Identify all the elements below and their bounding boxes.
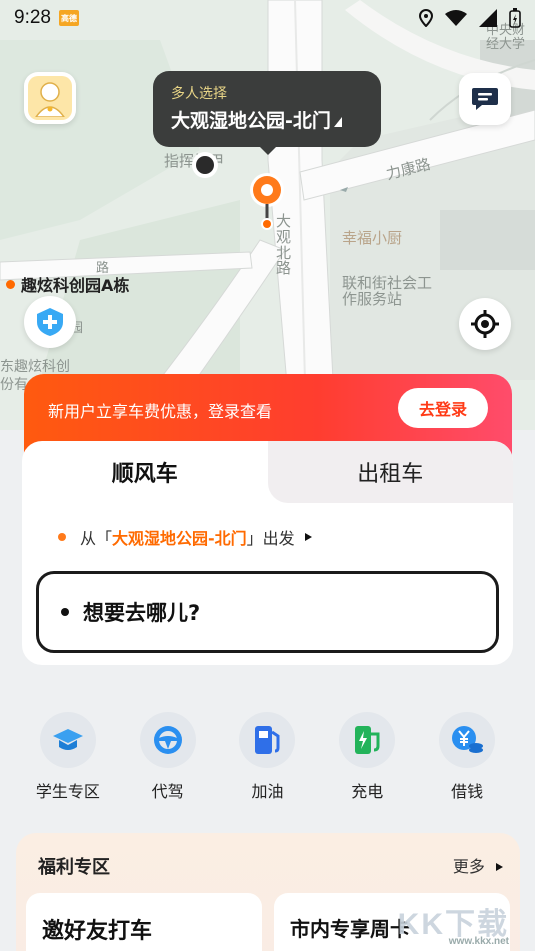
stop-marker-icon xyxy=(192,152,218,178)
departure-dot xyxy=(58,533,66,541)
pickup-location-name: 大观湿地公园-北门 xyxy=(171,110,331,132)
play-arrow-icon xyxy=(496,863,503,871)
login-button[interactable]: 去登录 xyxy=(398,388,488,428)
pickup-pin-icon xyxy=(250,173,284,230)
service-chauffeur-label: 代驾 xyxy=(151,782,184,801)
destination-input[interactable]: 想要去哪儿? xyxy=(36,571,499,653)
pickup-tooltip[interactable]: 多人选择 大观湿地公园-北门 xyxy=(153,71,381,155)
graduation-cap-icon xyxy=(52,729,83,750)
wifi-icon xyxy=(445,10,467,26)
map-label-xingfu-kitchen: 幸福小厨 xyxy=(342,229,403,247)
ride-booking-card: 顺风车 出租车 从「 大观湿地公园-北门 」出发 想要去哪儿? xyxy=(22,441,513,665)
nearby-place-name: 趣炫科创园A栋 xyxy=(21,276,130,295)
tab-carpool[interactable]: 顺风车 xyxy=(22,441,268,503)
map-label-lianhe-service-station: 联和街社会工作服务站 xyxy=(342,274,433,308)
tab-taxi[interactable]: 出租车 xyxy=(267,441,513,503)
yuan-coin-icon xyxy=(452,726,484,753)
service-fuel-icon-wrap xyxy=(239,712,296,768)
welfare-card-invite[interactable]: 邀好友打车 xyxy=(26,893,262,951)
service-loan[interactable]: 借钱 xyxy=(427,712,507,802)
service-loan-label: 借钱 xyxy=(451,782,484,801)
service-loan-icon-wrap xyxy=(439,712,496,768)
promo-text: 新用户立享车费优惠，登录查看 xyxy=(48,402,273,421)
pickup-location-title: 大观湿地公园-北门 xyxy=(171,106,363,133)
location-status-icon xyxy=(419,9,433,27)
pickup-subtitle: 多人选择 xyxy=(171,86,227,102)
battery-icon xyxy=(509,8,521,28)
status-icons xyxy=(419,8,521,28)
avatar xyxy=(28,76,72,120)
status-time: 9:28 xyxy=(14,7,51,28)
status-bar: 9:28 高德 xyxy=(0,0,535,36)
chat-bubble-icon xyxy=(472,88,498,110)
app-notification-badge: 高德 xyxy=(58,10,79,26)
service-grid: 学生专区 代驾 加油 充电 借钱 xyxy=(0,712,535,802)
service-chauffeur[interactable]: 代驾 xyxy=(128,712,208,802)
departure-line[interactable]: 从「 大观湿地公园-北门 」出发 xyxy=(58,525,313,549)
welfare-title: 福利专区 xyxy=(38,857,110,878)
watermark-url: www.kkx.net xyxy=(448,936,509,947)
destination-dot xyxy=(61,608,69,616)
service-student-icon-wrap xyxy=(39,712,96,768)
service-chauffeur-icon-wrap xyxy=(139,712,196,768)
charging-station-icon xyxy=(355,726,380,754)
service-fuel[interactable]: 加油 xyxy=(227,712,307,802)
play-arrow-icon xyxy=(304,533,312,541)
departure-suffix: 」出发 xyxy=(246,529,295,548)
welfare-more-label: 更多 xyxy=(452,857,485,876)
destination-placeholder: 想要去哪儿? xyxy=(83,601,201,625)
locate-me-button[interactable] xyxy=(459,298,511,350)
nearby-place-marker[interactable]: 趣炫科创园A栋 xyxy=(6,272,129,296)
service-charging-icon-wrap xyxy=(339,712,396,768)
watermark: KK下载 www.kkx.net xyxy=(398,899,509,947)
user-avatar-icon xyxy=(35,82,65,117)
service-charging[interactable]: 充电 xyxy=(327,712,407,802)
ride-type-tabs: 顺风车 出租车 xyxy=(22,441,513,503)
shield-plus-icon xyxy=(37,308,63,336)
service-charging-label: 充电 xyxy=(351,782,384,801)
place-dot xyxy=(6,279,15,289)
corner-arrow-icon xyxy=(333,117,342,127)
signal-icon xyxy=(479,9,497,27)
safety-center-button[interactable] xyxy=(24,296,76,348)
welfare-more-link[interactable]: 更多 xyxy=(453,853,504,877)
crosshair-icon xyxy=(471,310,499,338)
service-student[interactable]: 学生专区 xyxy=(28,712,108,802)
user-avatar-button[interactable] xyxy=(24,72,76,124)
message-button[interactable] xyxy=(459,73,511,125)
departure-place: 大观湿地公园-北门 xyxy=(112,529,247,548)
service-fuel-label: 加油 xyxy=(251,782,284,801)
service-student-label: 学生专区 xyxy=(35,782,100,801)
steering-wheel-icon xyxy=(153,726,182,754)
map-label-dongqu: 东趣炫科创 xyxy=(0,359,70,375)
departure-prefix: 从「 xyxy=(80,529,113,548)
fuel-pump-icon xyxy=(255,726,280,754)
